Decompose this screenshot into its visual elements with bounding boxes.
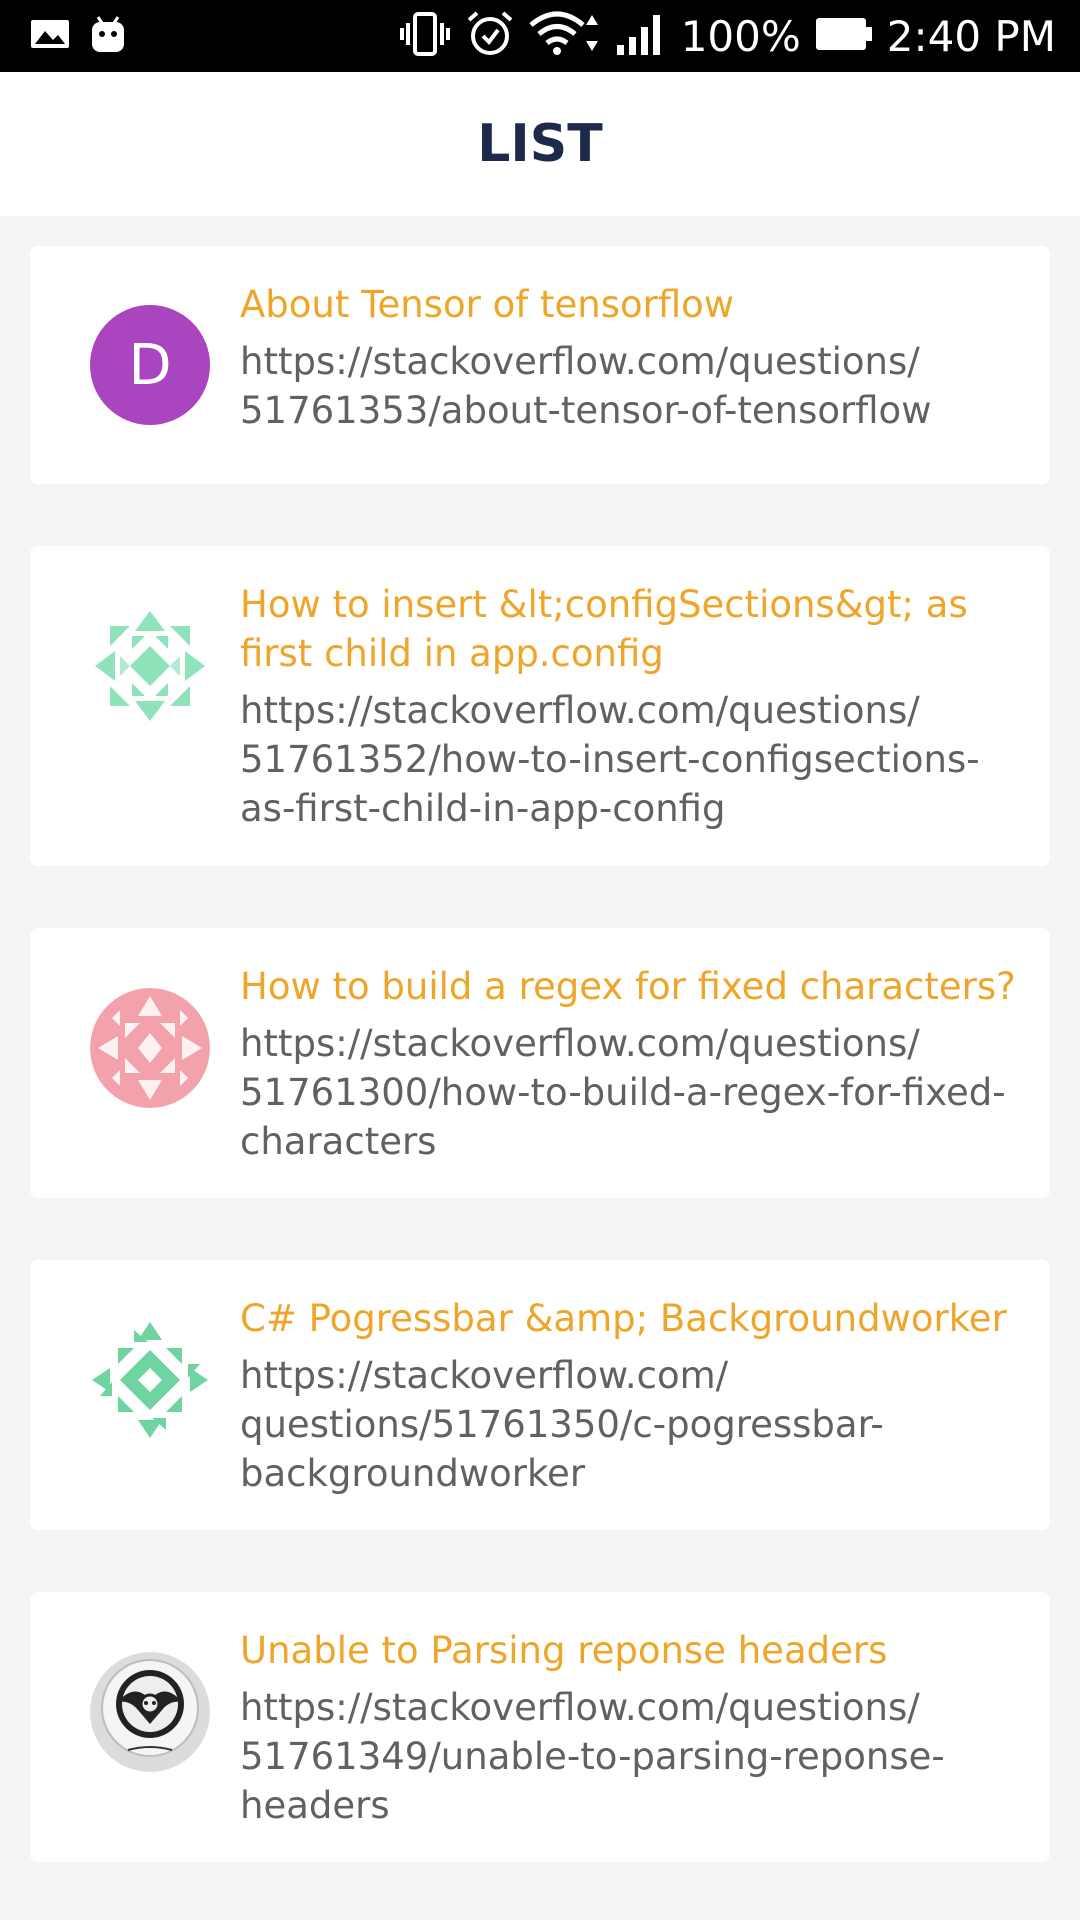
url-line: 51761349/unable-to-parsing-reponse- [240,1735,945,1778]
page-title: LIST [477,114,603,174]
item-title: How to insert &lt;configSections&gt; as … [240,580,1020,678]
identicon-icon [90,988,210,1108]
item-title: How to build a regex for fixed character… [240,965,1016,1008]
winged-skull-logo-icon [90,1652,210,1772]
url-line: headers [240,1784,390,1827]
alarm-icon [465,10,515,63]
identicon-icon [90,1320,210,1440]
item-title: C# Pogressbar &amp; Backgroundworker [240,1297,1007,1340]
item-url: https://stackoverflow.com/questions/ 517… [240,337,1020,435]
item-title: About Tensor of tensorflow [240,283,735,326]
avatar: D [90,305,210,425]
url-line: 51761300/how-to-build-a-regex-for-fixed- [240,1071,1006,1114]
app-bar: LIST [0,72,1080,216]
url-line: 51761353/about-tensor-of-tensorflow [240,389,932,432]
url-line: questions/51761350/c-pogressbar- [240,1403,884,1446]
list-item[interactable]: How to insert &lt;configSections&gt; as … [30,546,1050,866]
item-url: https://stackoverflow.com/ questions/517… [240,1351,1020,1498]
clock: 2:40 PM [886,11,1056,61]
url-line: characters [240,1120,437,1163]
battery-icon [815,16,873,57]
url-line: https://stackoverflow.com/questions/ [240,689,920,732]
list-item[interactable]: How to build a regex for fixed character… [30,928,1050,1198]
avatar [90,606,210,726]
avatar [90,1652,210,1772]
avatar-letter: D [128,332,172,398]
identicon-icon [90,606,210,726]
title-line: first child in app.config [240,632,664,675]
list-item[interactable]: D About Tensor of tensorflow https://sta… [30,246,1050,484]
vibrate-icon [399,11,451,62]
url-line: backgroundworker [240,1452,586,1495]
url-line: as-first-child-in-app-config [240,787,726,830]
title-line: How to insert &lt;configSections&gt; as [240,583,968,626]
url-line: https://stackoverflow.com/questions/ [240,340,920,383]
battery-percent: 100% [680,11,801,61]
android-icon [90,14,126,59]
item-url: https://stackoverflow.com/questions/ 517… [240,1019,1020,1166]
status-bar: 100% 2:40 PM [0,0,1080,72]
item-url: https://stackoverflow.com/questions/ 517… [240,686,1020,833]
url-line: https://stackoverflow.com/questions/ [240,1686,920,1729]
url-line: https://stackoverflow.com/questions/ [240,1022,920,1065]
item-url: https://stackoverflow.com/questions/ 517… [240,1683,1020,1830]
avatar [90,988,210,1108]
signal-icon [615,11,667,62]
gallery-icon [30,17,70,56]
list-item[interactable]: Unable to Parsing reponse headers https:… [30,1592,1050,1862]
wifi-icon [529,11,601,62]
list-item[interactable]: C# Pogressbar &amp; Backgroundworker htt… [30,1260,1050,1530]
url-line: https://stackoverflow.com/ [240,1354,729,1397]
url-line: 51761352/how-to-insert-configsections- [240,738,980,781]
item-title: Unable to Parsing reponse headers [240,1629,888,1672]
avatar [90,1320,210,1440]
